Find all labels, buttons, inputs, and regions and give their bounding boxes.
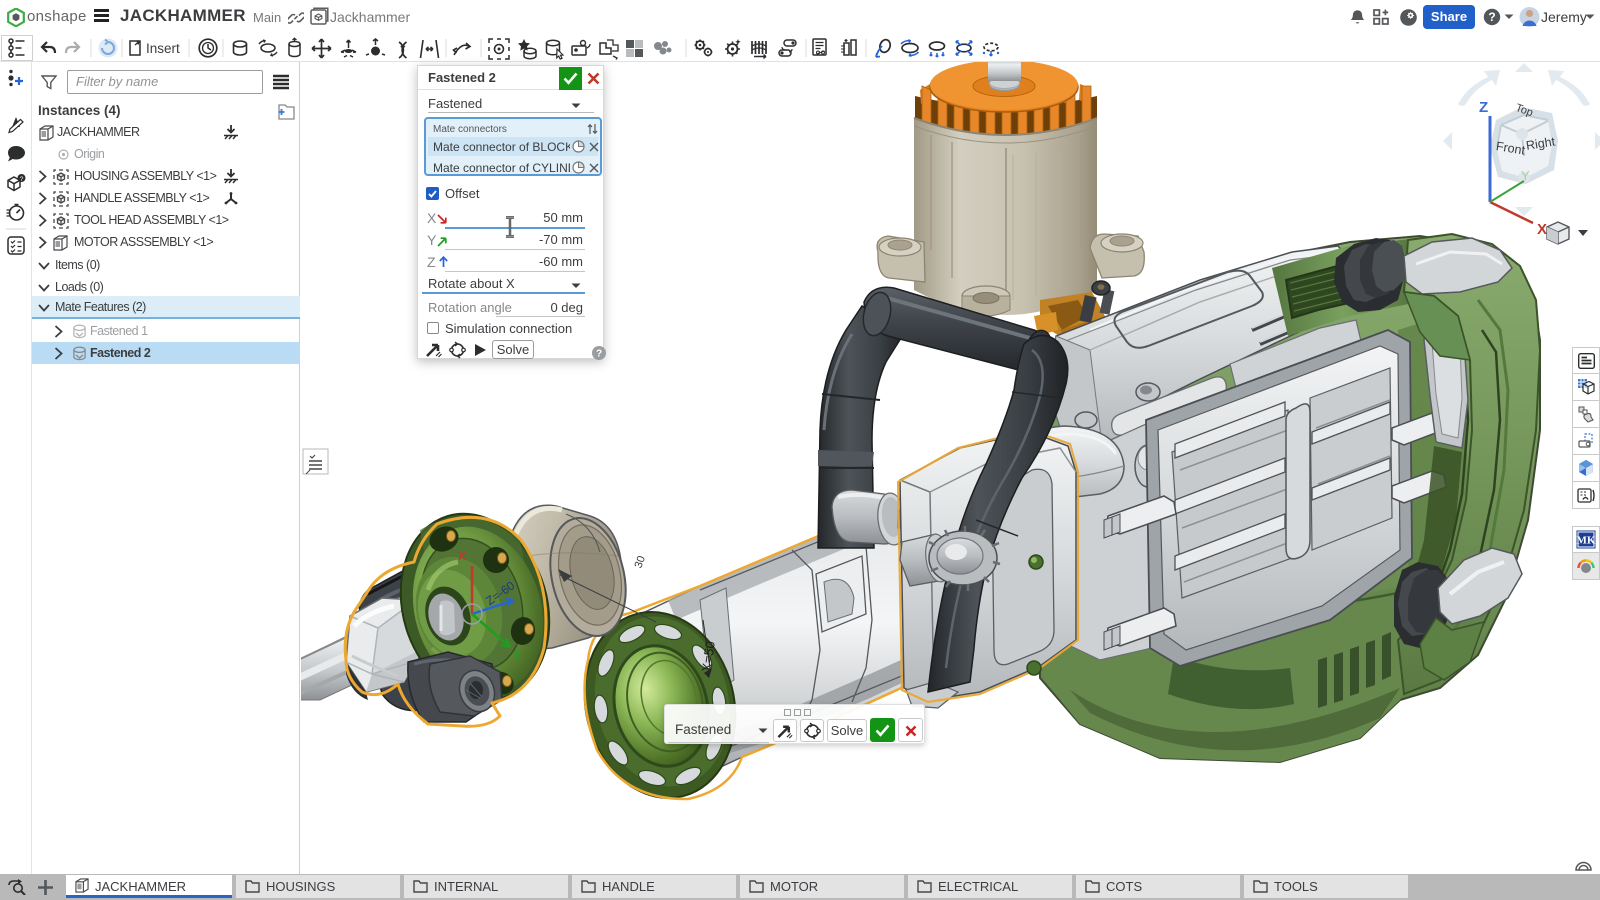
svg-text:?: ? [596,349,602,360]
svg-text:MK: MK [1577,535,1596,547]
svg-text:Insert: Insert [146,41,180,56]
svg-text:?: ? [1488,10,1495,24]
svg-text:30: 30 [633,554,648,570]
svg-text:X: X [458,549,466,563]
svg-text:Z: Z [1479,99,1488,116]
svg-text:X: X [1537,221,1547,238]
svg-text:Y: Y [1521,168,1530,183]
svg-text:Y: Y [513,649,521,663]
svg-text:?: ? [20,176,24,183]
